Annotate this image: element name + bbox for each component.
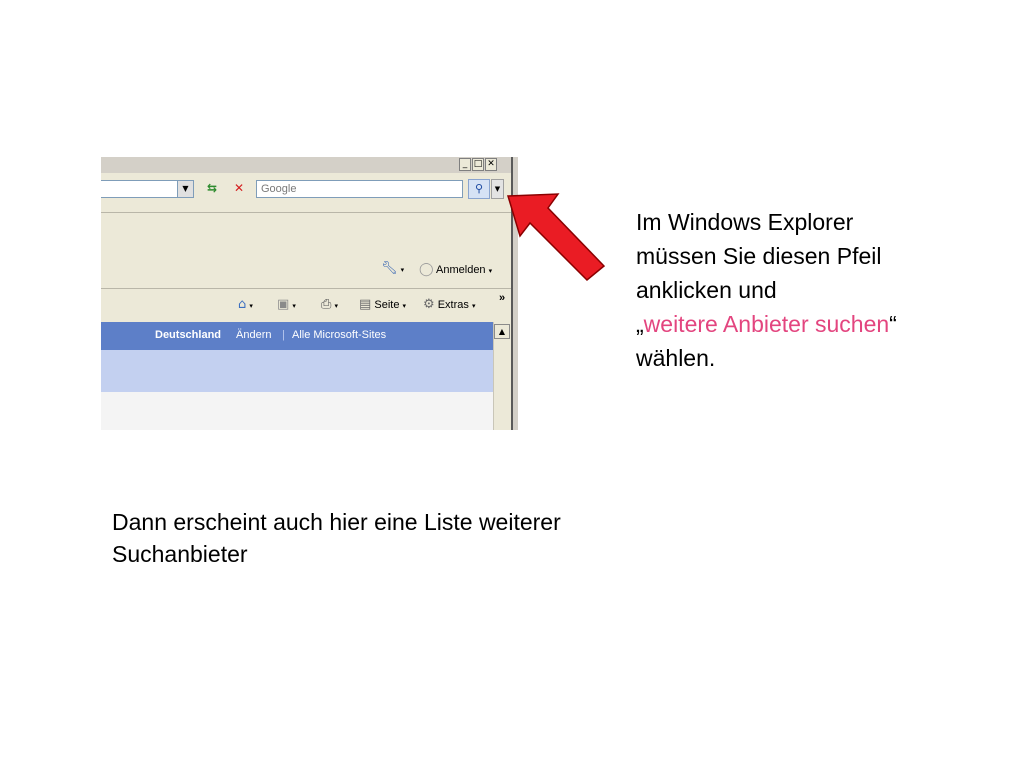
- address-dropdown-button[interactable]: ▼: [177, 180, 194, 198]
- instruction-line-5: wählen.: [636, 345, 716, 371]
- vertical-scrollbar[interactable]: ▲: [493, 322, 511, 430]
- country-label: Deutschland: [155, 329, 222, 341]
- toolbar-separator-2: [101, 288, 511, 289]
- stop-icon[interactable]: ✕: [229, 179, 249, 199]
- instruction-line-3: anklicken und: [636, 277, 777, 303]
- page-menu-button[interactable]: ▤ Seite ▾: [359, 297, 406, 312]
- page-content-lower: [101, 392, 493, 430]
- print-icon[interactable]: ⎙ ▾: [321, 297, 338, 312]
- quote-open: „: [636, 311, 644, 337]
- instruction-line-4: „weitere Anbieter suchen“: [636, 307, 996, 341]
- search-input[interactable]: Google: [256, 180, 463, 198]
- instruction-line-2: müssen Sie diesen Pfeil: [636, 243, 882, 269]
- page-menu-label: Seite: [374, 299, 400, 311]
- all-sites-link[interactable]: Alle Microsoft-Sites: [292, 329, 386, 341]
- note-line-2: Suchanbieter: [112, 541, 248, 567]
- home-icon[interactable]: ⌂ ▾: [238, 297, 253, 312]
- command-row-top: 🔧︎ ▾ ◯ Anmelden ▾: [101, 257, 511, 283]
- minimize-button[interactable]: _: [459, 158, 471, 171]
- toolbar-separator: [101, 212, 511, 213]
- red-arrow-icon: [507, 193, 606, 282]
- wrench-icon[interactable]: 🔧︎ ▾: [381, 261, 404, 276]
- page-icon: ▤: [359, 297, 372, 312]
- scroll-up-arrow-icon[interactable]: ▲: [494, 324, 510, 339]
- title-bar: _ □ ✕: [101, 157, 518, 173]
- refresh-icon[interactable]: ⇆: [202, 179, 222, 199]
- signin-button[interactable]: ◯ Anmelden ▾: [419, 262, 492, 277]
- quote-close: “: [889, 311, 897, 337]
- signin-label: Anmelden: [436, 264, 486, 276]
- note-line-1: Dann erscheint auch hier eine Liste weit…: [112, 509, 561, 535]
- search-icon[interactable]: ⚲: [468, 179, 490, 199]
- maximize-button[interactable]: □: [472, 158, 484, 171]
- browser-screenshot: _ □ ✕ ▼ ⇆ ✕ Google ⚲ ▼ 🔧︎ ▾ ◯ Anmelden ▾…: [101, 157, 518, 430]
- address-input[interactable]: [101, 180, 179, 198]
- page-content: [101, 350, 493, 392]
- feeds-icon[interactable]: ▣ ▾: [277, 297, 296, 312]
- close-button[interactable]: ✕: [485, 158, 497, 171]
- page-header: Deutschland Ändern | Alle Microsoft-Site…: [101, 322, 493, 350]
- command-bar: ⌂ ▾ ▣ ▾ ⎙ ▾ ▤ Seite ▾ ⚙ Extras ▾ »: [101, 291, 511, 319]
- address-bar: ▼ ⇆ ✕ Google ⚲ ▼: [101, 175, 518, 211]
- gear-icon: ⚙: [423, 297, 435, 312]
- tools-menu-button[interactable]: ⚙ Extras ▾: [423, 297, 475, 312]
- instruction-line-1: Im Windows Explorer: [636, 209, 854, 235]
- instruction-text: Im Windows Explorer müssen Sie diesen Pf…: [636, 205, 996, 375]
- header-separator: |: [282, 329, 285, 341]
- change-country-link[interactable]: Ändern: [236, 329, 271, 341]
- tools-menu-label: Extras: [437, 299, 469, 311]
- highlight-more-providers: weitere Anbieter suchen: [643, 311, 890, 337]
- note-text: Dann erscheint auch hier eine Liste weit…: [112, 506, 812, 570]
- signin-icon: ◯: [419, 262, 434, 277]
- toolbar-overflow-button[interactable]: »: [499, 292, 505, 304]
